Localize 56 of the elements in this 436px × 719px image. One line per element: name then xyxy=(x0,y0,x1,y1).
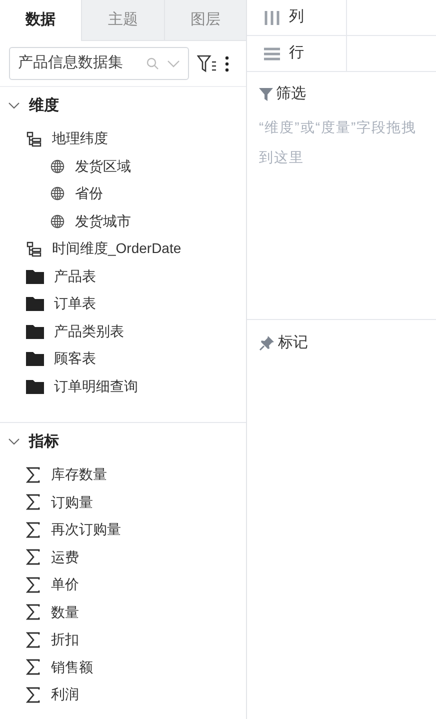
globe-icon xyxy=(50,186,65,202)
tree-item[interactable]: 销售额 xyxy=(0,654,246,681)
tree-item[interactable]: 产品表 xyxy=(0,262,246,290)
tree-item[interactable]: 折扣 xyxy=(0,626,246,654)
sigma-icon xyxy=(26,466,41,483)
folder-icon xyxy=(26,268,44,284)
filter-icon xyxy=(259,87,273,102)
section-header[interactable]: 维度 xyxy=(0,89,246,123)
tree-item[interactable]: 单价 xyxy=(0,571,246,598)
hierarchy-icon xyxy=(26,240,42,257)
globe-icon xyxy=(50,158,65,174)
hierarchy-icon xyxy=(26,130,42,147)
rows-icon xyxy=(264,46,280,60)
section-header[interactable]: 指标 xyxy=(0,425,246,459)
shelf[interactable]: 列 xyxy=(247,0,436,36)
globe-icon xyxy=(50,214,65,229)
chevron-down-icon xyxy=(8,438,20,446)
tree-item[interactable]: 订购量 xyxy=(0,488,246,516)
tree-item[interactable]: 订单明细查询 xyxy=(0,372,246,400)
filter-list-icon[interactable] xyxy=(197,54,217,72)
columns-icon xyxy=(264,10,280,24)
folder-icon xyxy=(26,324,44,339)
folder-icon xyxy=(26,378,44,394)
tree-item[interactable]: 运费 xyxy=(0,544,246,571)
shelf[interactable]: 行 xyxy=(247,36,436,72)
more-icon[interactable] xyxy=(225,56,229,72)
tree-item[interactable]: 数量 xyxy=(0,598,246,626)
sigma-icon xyxy=(26,686,41,703)
sigma-icon xyxy=(26,522,41,538)
folder-icon xyxy=(26,296,44,312)
sigma-icon xyxy=(26,632,41,648)
tree-item[interactable]: 库存数量 xyxy=(0,461,246,488)
tree-item[interactable]: 产品类别表 xyxy=(0,318,246,345)
folder-icon xyxy=(26,351,44,366)
sigma-icon xyxy=(26,549,41,566)
tree-item[interactable]: 发货区域 xyxy=(0,152,246,180)
tree-item[interactable]: 再次订购量 xyxy=(0,516,246,544)
search-icon xyxy=(146,57,159,70)
sigma-icon xyxy=(26,494,41,510)
filter-title: 筛选 xyxy=(276,84,306,104)
pin-icon xyxy=(259,335,275,352)
tree-item[interactable]: 订单表 xyxy=(0,290,246,318)
tree-item[interactable]: 发货城市 xyxy=(0,208,246,235)
drop-hint: “维度”或“度量”字段拖拽到这里 xyxy=(259,118,418,166)
tree-item[interactable]: 省份 xyxy=(0,180,246,208)
sigma-icon xyxy=(26,659,41,676)
chevron-down-icon xyxy=(167,60,180,68)
marks-title: 标记 xyxy=(278,333,308,353)
chevron-down-icon xyxy=(8,102,20,110)
tree-item[interactable]: 时间维度_OrderDate xyxy=(0,235,246,262)
sigma-icon xyxy=(26,604,41,620)
tree-item[interactable]: 地理纬度 xyxy=(0,125,246,152)
sigma-icon xyxy=(26,576,41,593)
tree-item[interactable]: 利润 xyxy=(0,681,246,708)
dataset-select[interactable]: 产品信息数据集 xyxy=(9,47,189,80)
tree-item[interactable]: 顾客表 xyxy=(0,345,246,372)
